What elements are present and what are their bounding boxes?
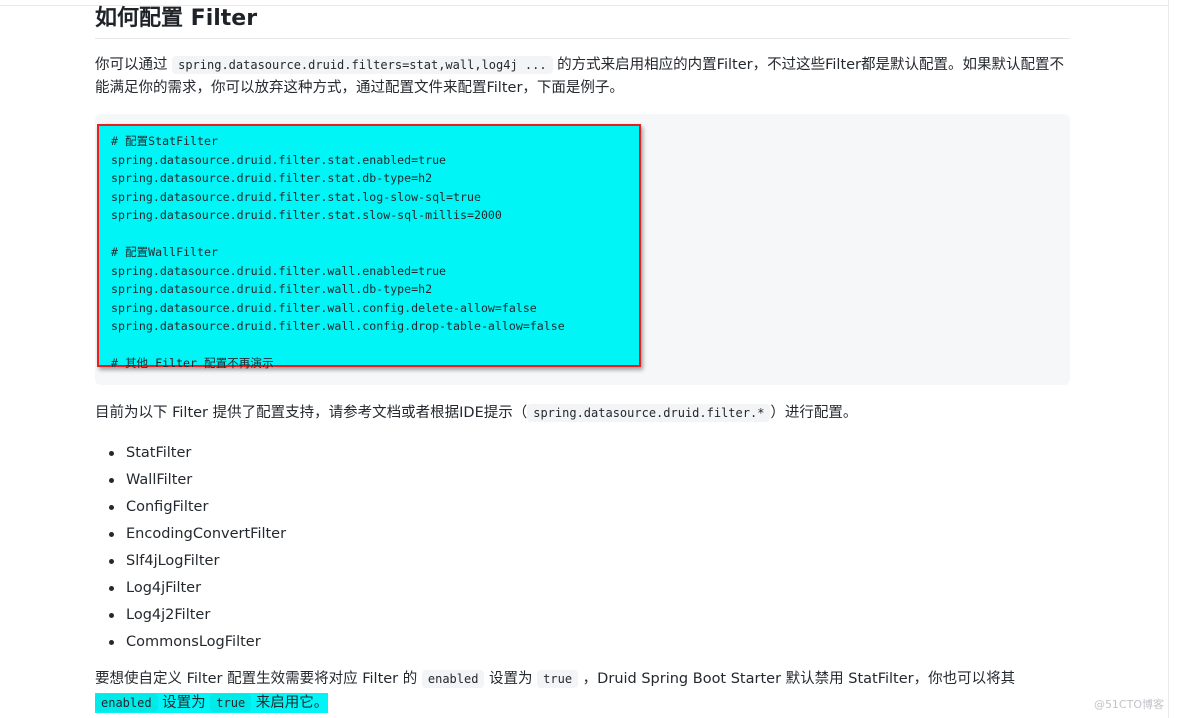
inline-code-true-2: true [210,694,252,712]
support-text-before: 目前为以下 Filter 提供了配置支持，请参考文档或者根据IDE提示（ [95,405,528,421]
filter-list-item: CommonsLogFilter [108,629,286,656]
filter-list-item: ConfigFilter [108,494,286,521]
filter-list-item: Log4jFilter [108,575,286,602]
code-line: spring.datasource.druid.filter.wall.enab… [111,263,447,278]
scrollbar-track[interactable] [1168,0,1169,718]
custom-text-3: ，Druid Spring Boot Starter 默认禁用 StatFilt… [578,671,1016,687]
inline-code-true: true [537,670,579,688]
code-line: spring.datasource.druid.filter.wall.conf… [111,300,537,315]
filter-list-item: EncodingConvertFilter [108,521,286,548]
code-line: spring.datasource.druid.filter.stat.enab… [111,152,447,167]
code-comment-line: # 其他 Filter 配置不再演示 [111,356,274,370]
inline-code-enabled-2: enabled [95,694,158,712]
custom-text-4: 设置为 [157,695,211,711]
support-paragraph: 目前为以下 Filter 提供了配置支持，请参考文档或者根据IDE提示（ spri… [95,401,1070,425]
section-heading: 如何配置 Filter [95,4,1070,39]
intro-paragraph: 你可以通过 spring.datasource.druid.filters=st… [95,54,1070,100]
highlighted-code-region: # 配置StatFilter spring.datasource.druid.f… [97,124,641,370]
highlighted-text: enabled 设置为 true 来启用它。 [95,693,329,713]
code-line: spring.datasource.druid.filter.stat.slow… [111,208,502,222]
intro-text-before: 你可以通过 [95,57,173,73]
code-line: spring.datasource.druid.filter.stat.log-… [111,189,481,204]
filter-list-item: Slf4jLogFilter [108,548,286,575]
custom-text-5: 来启用它。 [251,695,329,711]
filter-list-item: Log4j2Filter [108,602,286,629]
filter-list: StatFilter WallFilter ConfigFilter Encod… [95,440,286,656]
code-line: spring.datasource.druid.filter.wall.conf… [111,319,565,333]
code-line: spring.datasource.druid.filter.stat.db-t… [111,171,433,185]
code-line: spring.datasource.druid.filter.wall.db-t… [111,282,433,296]
custom-filter-paragraph: 要想使自定义 Filter 配置生效需要将对应 Filter 的 enabled… [95,667,1070,715]
custom-text-2: 设置为 [484,671,538,687]
inline-code-filter-prefix: spring.datasource.druid.filter.* [527,404,771,422]
inline-code-filters: spring.datasource.druid.filters=stat,wal… [172,56,553,74]
code-comment-line: # 配置WallFilter [111,245,218,259]
code-content: # 配置StatFilter spring.datasource.druid.f… [99,126,639,373]
filter-list-item: StatFilter [108,440,286,467]
support-text-after: ）进行配置。 [770,405,858,421]
custom-text-1: 要想使自定义 Filter 配置生效需要将对应 Filter 的 [95,671,422,687]
code-block: # 配置StatFilter spring.datasource.druid.f… [95,114,1070,385]
filter-list-item: WallFilter [108,467,286,494]
inline-code-enabled: enabled [421,670,485,688]
code-comment-line: # 配置StatFilter [111,134,218,148]
watermark: @51CTO博客 [1093,698,1164,711]
